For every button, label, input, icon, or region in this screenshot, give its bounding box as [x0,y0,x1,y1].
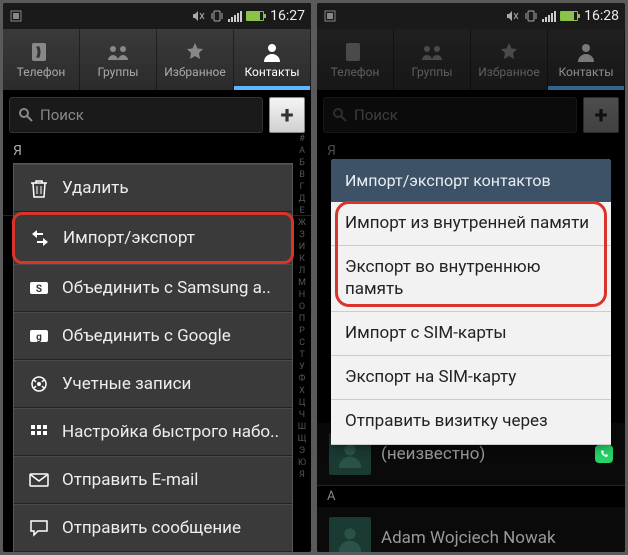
dialog-import-sim[interactable]: Импорт с SIM-карты [331,312,611,356]
accounts-icon [28,373,50,395]
search-input[interactable]: Поиск [9,97,263,133]
menu-label: Удалить [62,178,129,198]
search-row: Поиск + [3,91,311,139]
battery-icon [246,11,264,21]
speed-dial-icon [28,421,50,443]
signal-icon [542,10,556,22]
menu-send-email[interactable]: Отправить E-mail [14,456,292,504]
tab-label: Группы [98,65,139,79]
import-export-dialog: Импорт/экспорт контактов Импорт из внутр… [331,159,611,445]
contact-row[interactable]: Adam Wojciech Nowak [317,507,625,552]
svg-text:S: S [36,284,42,295]
message-icon [28,517,50,539]
add-contact-button[interactable]: + [269,97,305,133]
mute-icon [506,9,520,23]
status-bar: 16:27 [3,3,311,29]
person-icon [260,41,284,63]
tab-bar: Телефон Группы Избранное Контакты [317,29,625,91]
email-icon [28,469,50,491]
menu-label: Отправить E-mail [62,470,198,490]
search-icon [18,107,34,123]
menu-merge-google[interactable]: g Объединить с Google [14,312,292,360]
dialog-export-sim[interactable]: Экспорт на SIM-карту [331,356,611,400]
search-icon [332,107,348,123]
tab-groups[interactable]: Группы [80,29,157,90]
dialog-export-internal[interactable]: Экспорт во внутреннюю память [331,246,611,312]
menu-accounts[interactable]: Учетные записи [14,360,292,408]
contact-name: Adam Wojciech Nowak [381,528,556,548]
star-icon [497,41,521,63]
context-menu: Удалить Импорт/экспорт S Объединить с Sa… [13,163,293,552]
menu-label: Настройка быстрого набо.. [62,422,279,442]
contact-name: (неизвестно) [381,444,485,464]
phone-right: 16:28 Телефон Группы Избранное Контакты [317,3,625,552]
avatar [329,517,371,552]
section-letter: Я [3,139,311,163]
tab-label: Избранное [478,65,540,79]
groups-icon [106,41,130,63]
dialog-send-vcard[interactable]: Отправить визитку через [331,400,611,444]
search-placeholder: Поиск [354,106,398,124]
menu-delete[interactable]: Удалить [14,164,292,212]
menu-label: Учетные записи [62,374,191,394]
phone-icon [343,41,367,63]
menu-label: Отправить сообщение [62,518,241,538]
tab-label: Контакты [558,65,613,79]
samsung-icon: S [28,277,50,299]
dialog-title: Импорт/экспорт контактов [331,159,611,202]
tab-phone[interactable]: Телефон [3,29,80,90]
status-time: 16:28 [584,8,619,24]
phone-icon [29,41,53,63]
dialog-import-internal[interactable]: Импорт из внутренней памяти [331,202,611,246]
whatsapp-icon [595,445,613,463]
menu-label: Объединить с Google [62,326,231,346]
vibrate-icon [524,9,538,23]
tab-label: Контакты [244,65,299,79]
phone-left: 16:27 Телефон Группы Избранное Контакты [3,3,311,552]
battery-icon [560,11,578,21]
tab-favorites[interactable]: Избранное [157,29,234,90]
tab-phone[interactable]: Телефон [317,29,394,90]
tab-label: Телефон [17,65,66,79]
menu-label: Объединить с Samsung a.. [62,278,271,298]
app-icon [323,9,337,23]
import-export-icon [29,227,51,249]
mute-icon [192,9,206,23]
tab-label: Телефон [331,65,380,79]
google-icon: g [28,325,50,347]
search-row: Поиск + [317,91,625,139]
section-a: A [317,486,625,507]
add-contact-button[interactable]: + [583,97,619,133]
menu-speed-dial[interactable]: Настройка быстрого набо.. [14,408,292,456]
menu-label: Импорт/экспорт [63,228,195,248]
svg-text:g: g [36,332,42,343]
groups-icon [420,41,444,63]
signal-icon [228,10,242,22]
search-placeholder: Поиск [40,106,84,124]
tab-favorites[interactable]: Избранное [471,29,548,90]
tab-label: Избранное [164,65,226,79]
tab-groups[interactable]: Группы [394,29,471,90]
menu-merge-samsung[interactable]: S Объединить с Samsung a.. [14,264,292,312]
app-icon [9,9,23,23]
status-bar: 16:28 [317,3,625,29]
vibrate-icon [210,9,224,23]
status-time: 16:27 [270,8,305,24]
star-icon [183,41,207,63]
menu-import-export[interactable]: Импорт/экспорт [12,212,294,264]
index-scroller[interactable]: #АБВГДЕЖЗИКЛМНОПРСТУФХЦЧШЩЭЮЯ [295,133,309,481]
tab-bar: Телефон Группы Избранное Контакты [3,29,311,91]
search-input[interactable]: Поиск [323,97,577,133]
menu-send-message[interactable]: Отправить сообщение [14,504,292,552]
person-icon [574,41,598,63]
trash-icon [28,177,50,199]
tab-contacts[interactable]: Контакты [548,29,625,90]
tab-contacts[interactable]: Контакты [234,29,311,90]
tab-label: Группы [412,65,453,79]
